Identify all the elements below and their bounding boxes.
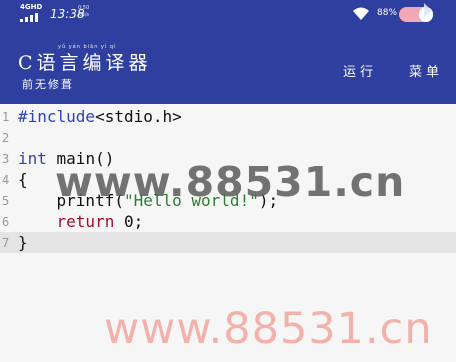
line-number: 2	[2, 131, 10, 145]
network-speed-unit: KB/s	[78, 12, 89, 18]
app-title: C语言编译器	[18, 52, 152, 74]
battery-percent: 88%	[377, 8, 398, 18]
code-text: {	[18, 170, 28, 189]
line-number: 7	[2, 236, 10, 250]
code-text: return 0;	[18, 211, 144, 232]
wifi-icon	[353, 7, 369, 20]
network-speed-value: 0.50	[78, 5, 90, 11]
app-header: 4GHD 13:38 0.50 KB/s 88% yǔ yán biān yì …	[0, 0, 456, 104]
line-number: 3	[2, 152, 10, 166]
line-number: 1	[2, 110, 10, 124]
return-value: 0;	[114, 212, 144, 231]
network-speed: 0.50 KB/s	[78, 5, 89, 19]
code-line[interactable]: 6 return 0;	[0, 211, 456, 232]
line-number: 4	[2, 173, 10, 187]
watermark: www.88531.cn	[55, 158, 406, 206]
status-bar: 4GHD 13:38 0.50 KB/s 88%	[0, 0, 456, 28]
code-line[interactable]: 1 #include<stdio.h>	[0, 106, 456, 127]
code-text: }	[18, 233, 28, 252]
menu-button[interactable]: 菜单	[409, 61, 443, 80]
app-subtitle: 前无修葺	[22, 78, 74, 91]
shine-icon	[424, 3, 432, 17]
header-token: <stdio.h>	[95, 107, 182, 126]
line-number: 5	[2, 194, 10, 208]
code-line-active[interactable]: 7 }	[0, 232, 456, 253]
watermark: www.88531.cn	[104, 304, 433, 354]
network-type: 4GHD	[20, 3, 43, 11]
code-line[interactable]: 2	[0, 127, 456, 148]
line-number: 6	[2, 215, 10, 229]
run-button[interactable]: 运行	[343, 61, 377, 80]
preprocessor-token: #include	[18, 107, 96, 126]
return-keyword: return	[56, 212, 115, 231]
type-keyword: int	[18, 149, 47, 168]
code-text: #include<stdio.h>	[18, 106, 182, 127]
signal-icon	[20, 13, 38, 22]
